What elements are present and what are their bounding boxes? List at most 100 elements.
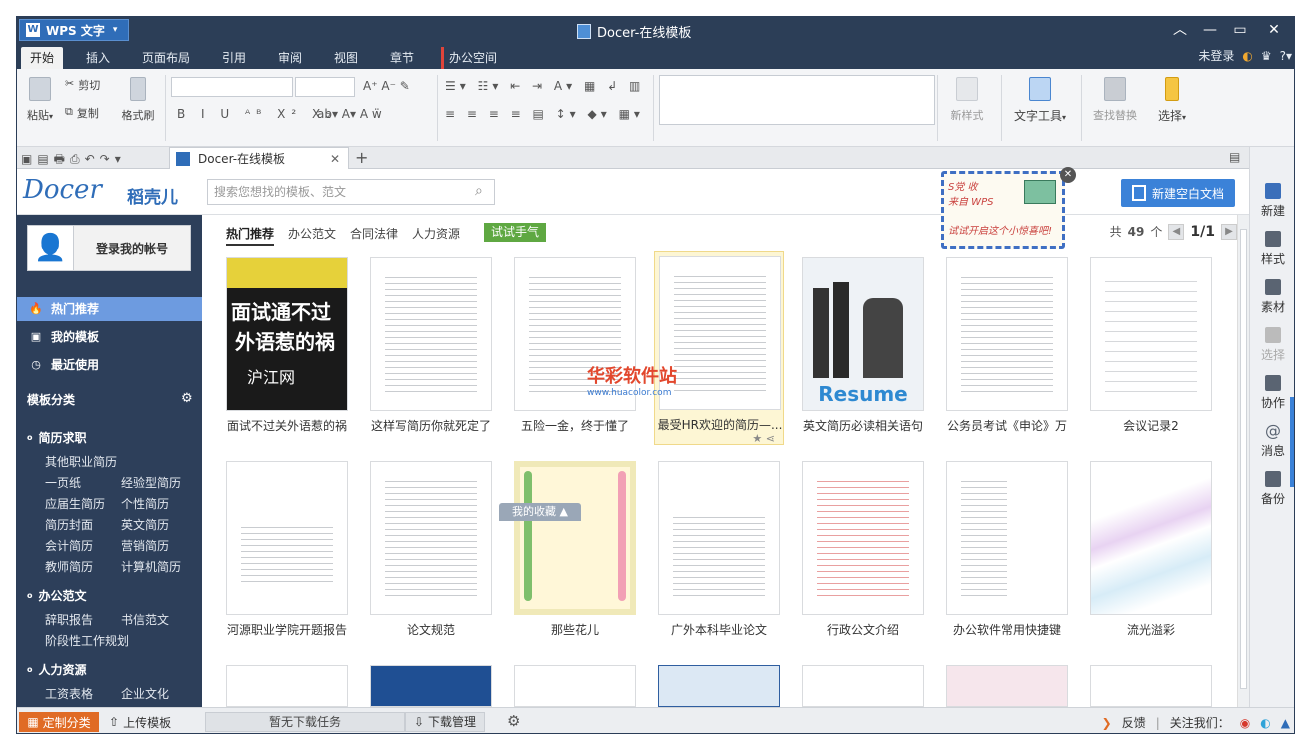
template-card[interactable]: 最受HR欢迎的简历—... ★ ⋖	[654, 251, 784, 445]
nav-recent[interactable]: ◷ 最近使用	[17, 353, 202, 377]
tab-hot[interactable]: 热门推荐	[226, 225, 275, 246]
align-icons[interactable]: ≡ ≡ ≡ ≡ ▤ ↕▾ ◆▾ ▦▾	[445, 107, 644, 121]
tab-home[interactable]: 开始	[21, 47, 64, 69]
nav-my-templates[interactable]: ▣ 我的模板	[17, 325, 202, 349]
search-input[interactable]: 搜索您想找的模板、范文	[207, 179, 495, 205]
side-new[interactable]: 新建	[1250, 183, 1294, 219]
gear-icon[interactable]: ⚙	[181, 391, 193, 406]
side-material[interactable]: 素材	[1250, 279, 1294, 315]
tab-legal[interactable]: 合同法律	[350, 225, 398, 242]
group-hr[interactable]: 人力资源	[27, 661, 87, 678]
template-card[interactable]: 这样写简历你就死定了	[366, 253, 496, 447]
side-backup[interactable]: 备份	[1250, 471, 1294, 507]
paste-button[interactable]: 粘贴▾	[23, 77, 57, 123]
cat-work-plan[interactable]: 阶段性工作规划	[45, 632, 129, 649]
cat-graduate-resume[interactable]: 应届生简历	[45, 495, 105, 512]
shirt-icon[interactable]: ♛	[1261, 49, 1272, 63]
format-painter-button[interactable]: 格式刷	[119, 77, 157, 123]
search-icon[interactable]: ⌕	[475, 183, 491, 199]
tab-office[interactable]: 办公范文	[288, 225, 336, 242]
cat-teacher-resume[interactable]: 教师简历	[45, 558, 93, 575]
cat-one-page[interactable]: 一页纸	[45, 474, 81, 491]
help-icon[interactable]: ?▾	[1280, 49, 1292, 63]
cat-marketing-resume[interactable]: 营销简历	[121, 537, 169, 554]
next-page-icon[interactable]: ▶	[1221, 223, 1237, 240]
qq-icon[interactable]: ◐	[1260, 716, 1270, 730]
template-card[interactable]: 那些花儿	[510, 457, 640, 651]
minimize-button[interactable]: —	[1195, 19, 1225, 41]
download-manager-button[interactable]: ⇩ 下载管理	[405, 712, 485, 732]
template-card[interactable]: 流光溢彩	[1086, 457, 1216, 651]
tab-references[interactable]: 引用	[213, 47, 255, 69]
cat-corporate-culture[interactable]: 企业文化	[121, 685, 169, 702]
cat-resume-cover[interactable]: 简历封面	[45, 516, 93, 533]
cat-computer-resume[interactable]: 计算机简历	[121, 558, 181, 575]
cut-button[interactable]: ✂ 剪切	[65, 77, 100, 93]
quick-access-icons[interactable]: ▣▤🖶⎙↶↷▾	[21, 150, 126, 171]
maximize-button[interactable]: ▭	[1225, 19, 1255, 41]
style-gallery[interactable]	[659, 75, 935, 125]
font-color-icons[interactable]: ab▾ A▾ A ẅ	[317, 107, 382, 121]
font-format-icons[interactable]: B I U ᴬᴮ X² X₂	[177, 107, 337, 121]
template-card[interactable]	[654, 661, 784, 707]
group-office[interactable]: 办公范文	[27, 587, 87, 604]
feedback-link[interactable]: 反馈	[1122, 714, 1146, 731]
doc-tab[interactable]: Docer-在线模板 ✕	[169, 147, 349, 169]
side-toggle-handle[interactable]	[1290, 397, 1294, 487]
template-card[interactable]: 办公软件常用快捷键	[942, 457, 1072, 651]
cat-english-resume[interactable]: 英文简历	[121, 516, 169, 533]
template-card[interactable]	[222, 661, 352, 707]
side-collab[interactable]: 协作	[1250, 375, 1294, 411]
tab-office-space[interactable]: 办公空间	[441, 47, 506, 69]
select-button[interactable]: 选择▾	[1149, 77, 1195, 124]
cat-other-resume[interactable]: 其他职业简历	[45, 453, 117, 470]
tab-menu-icon[interactable]: ▤	[1229, 150, 1240, 164]
try-luck-button[interactable]: 试试手气	[484, 223, 546, 242]
new-tab-icon[interactable]: +	[355, 148, 368, 167]
template-card[interactable]: 行政公文介绍	[798, 457, 928, 651]
weibo-icon[interactable]: ◉	[1240, 716, 1250, 730]
login-box[interactable]: 👤 登录我的帐号	[27, 225, 191, 271]
cat-resignation[interactable]: 辞职报告	[45, 611, 93, 628]
nav-hot[interactable]: 🔥 热门推荐	[17, 297, 202, 321]
login-link[interactable]: 未登录	[1198, 47, 1234, 64]
settings-gear-icon[interactable]: ⚙	[507, 712, 520, 730]
new-blank-doc-button[interactable]: 新建空白文档	[1121, 179, 1235, 207]
template-card[interactable]: 五险一金，终于懂了	[510, 253, 640, 447]
collapse-ribbon-icon[interactable]: ︿	[1165, 19, 1195, 41]
side-style[interactable]: 样式	[1250, 231, 1294, 267]
copy-button[interactable]: ⧉ 复制	[65, 105, 99, 121]
close-tab-icon[interactable]: ✕	[330, 152, 340, 166]
template-card[interactable]	[510, 661, 640, 707]
font-size-combo[interactable]	[295, 77, 355, 97]
tab-review[interactable]: 审阅	[269, 47, 311, 69]
custom-category-button[interactable]: ▦ 定制分类	[19, 712, 99, 732]
template-card[interactable]: 面试通不过 外语惹的祸 沪江网 面试不过关外语惹的祸	[222, 253, 352, 447]
share-icon[interactable]: ⋖	[766, 432, 775, 445]
cat-personal-resume[interactable]: 个性简历	[121, 495, 169, 512]
template-card[interactable]: Resume 英文简历必读相关语句	[798, 253, 928, 447]
template-card[interactable]	[942, 661, 1072, 707]
tab-insert[interactable]: 插入	[77, 47, 119, 69]
tab-page-layout[interactable]: 页面布局	[133, 47, 199, 69]
new-style-button[interactable]: 新样式	[943, 77, 991, 123]
close-button[interactable]: ✕	[1259, 19, 1289, 41]
tab-chapter[interactable]: 章节	[381, 47, 423, 69]
template-card[interactable]	[1086, 661, 1216, 707]
wps-icon[interactable]: ▲	[1281, 716, 1290, 730]
cat-accounting-resume[interactable]: 会计简历	[45, 537, 93, 554]
template-card[interactable]: 公务员考试《申论》万	[942, 253, 1072, 447]
upload-template-button[interactable]: ⇧ 上传模板	[109, 712, 171, 732]
template-card[interactable]: 河源职业学院开题报告	[222, 457, 352, 651]
list-icons[interactable]: ☰▾ ☷▾ ⇤ ⇥ A▾ ▦ ↲ ▥	[445, 79, 644, 93]
cat-salary-table[interactable]: 工资表格	[45, 685, 93, 702]
template-card[interactable]: 论文规范	[366, 457, 496, 651]
tab-view[interactable]: 视图	[325, 47, 367, 69]
cat-letter[interactable]: 书信范文	[121, 611, 169, 628]
group-resume[interactable]: 简历求职	[27, 429, 87, 446]
prev-page-icon[interactable]: ◀	[1168, 223, 1185, 240]
surprise-popup[interactable]: S党 收 来自 WPS 试试开启这个小惊喜吧!	[941, 171, 1065, 249]
scrollbar-thumb[interactable]	[1240, 229, 1247, 689]
favorites-bar[interactable]: 我的收藏 ▲	[499, 503, 581, 521]
find-replace-button[interactable]: 查找替换	[1087, 77, 1143, 123]
